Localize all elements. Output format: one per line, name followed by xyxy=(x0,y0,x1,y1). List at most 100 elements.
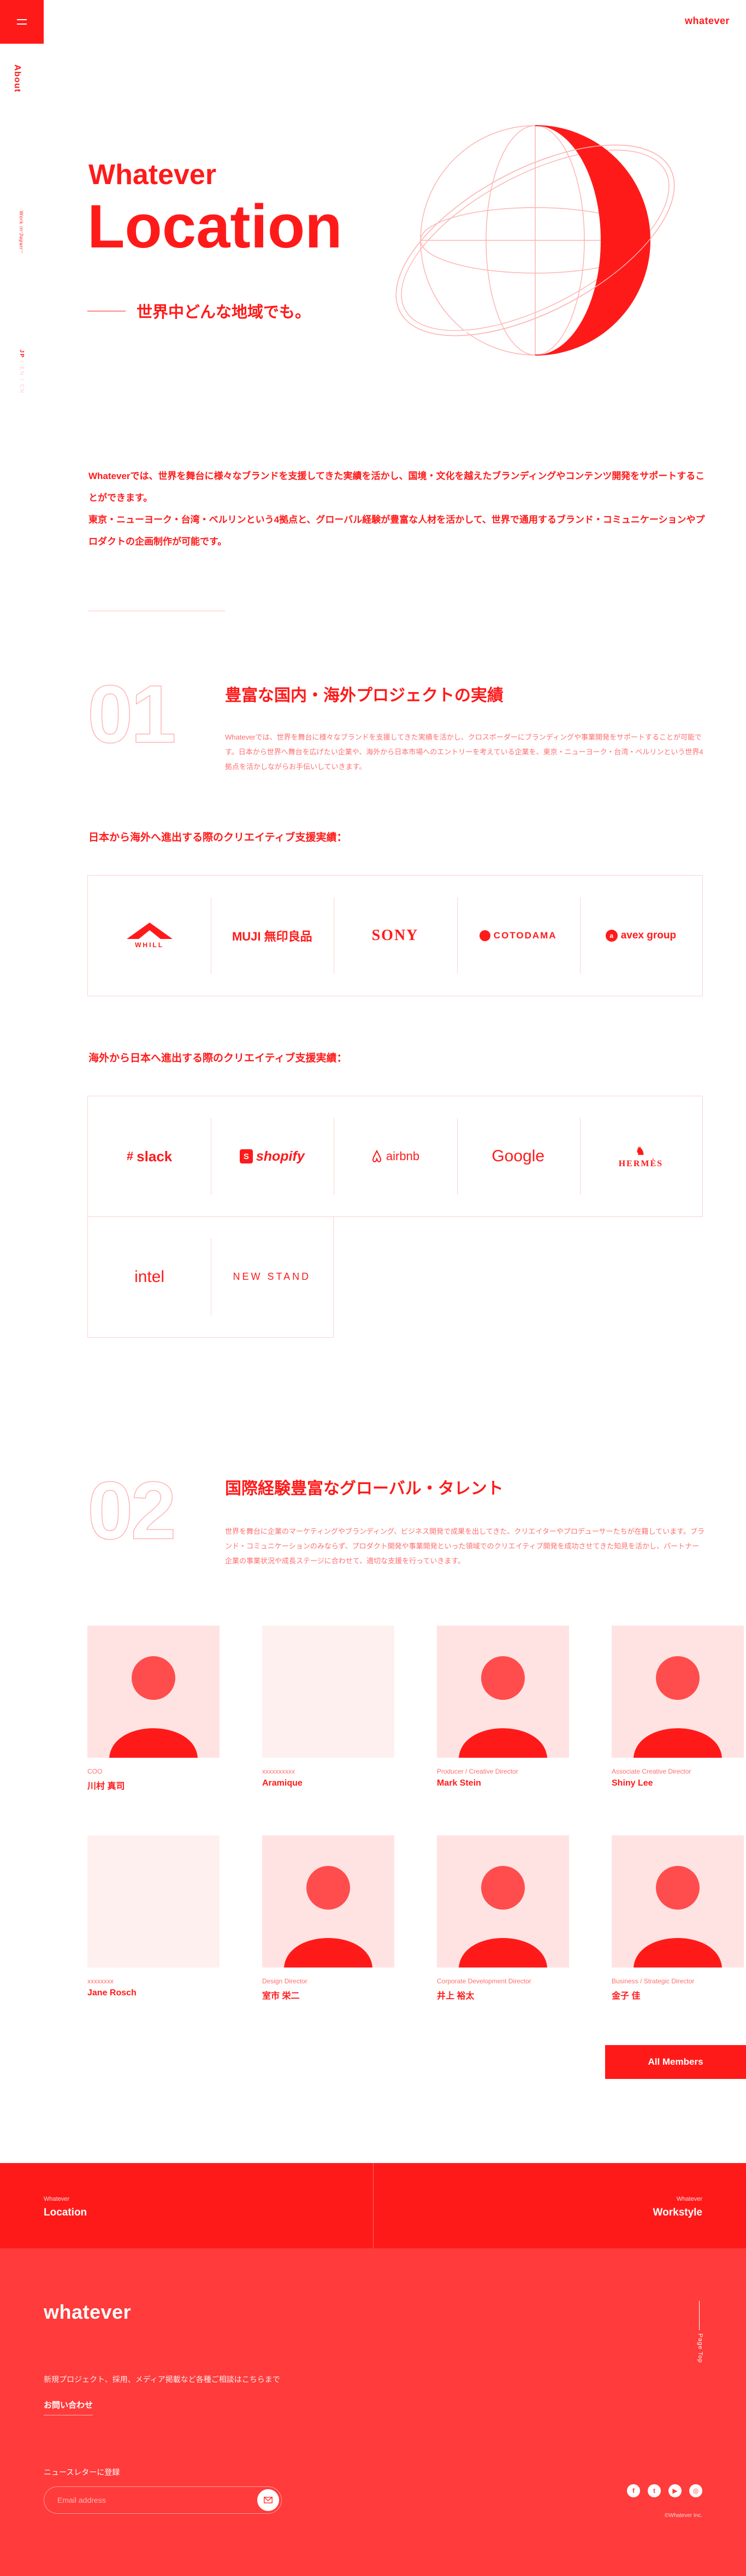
section2-title: 国際経験豊富なグローバル・タレント xyxy=(225,1480,504,1498)
hermes-carriage-icon: ♞ xyxy=(635,1145,647,1157)
header-logo[interactable]: whatever xyxy=(685,15,730,27)
member-role: xxxxxxxx xyxy=(87,1977,114,1985)
cotodama-dot-icon xyxy=(479,930,490,941)
member-role: xxxxxxxxxx xyxy=(262,1768,295,1775)
world-to-jp-heading: 海外から日本へ進出する際のクリエイティブ支援実績： xyxy=(88,1053,347,1064)
member-photo xyxy=(612,1835,744,1968)
client-logo-shopify: S shopify xyxy=(210,1096,335,1217)
client-name-google: Google xyxy=(492,1147,545,1165)
section-number-02: 02 xyxy=(87,1464,176,1556)
client-name-airbnb: airbnb xyxy=(386,1149,420,1163)
footer-nav-location-label: Location xyxy=(44,2207,87,2218)
facebook-icon[interactable]: f xyxy=(627,2484,640,2497)
hero-subtitle: 世界中どんな地域でも。 xyxy=(137,304,311,321)
page-title: Location xyxy=(87,192,342,261)
client-name-sony: SONY xyxy=(371,927,419,944)
client-logo-google: Google xyxy=(456,1096,581,1217)
client-logo-sony: SONY xyxy=(333,875,458,996)
all-members-button[interactable]: All Members xyxy=(605,2045,746,2079)
newsletter-email-input[interactable]: Email address xyxy=(44,2486,282,2514)
avex-mark-icon: a xyxy=(605,930,618,942)
member-card[interactable]: Business / Strategic Director 金子 佳 xyxy=(612,1835,744,2001)
side-about-label[interactable]: About xyxy=(12,64,22,92)
client-name-cotodama: COTODAMA xyxy=(493,930,557,941)
youtube-icon[interactable]: ▶ xyxy=(668,2484,682,2497)
lang-jp[interactable]: JP xyxy=(19,350,25,358)
member-role: Producer / Creative Director xyxy=(437,1768,518,1775)
member-card[interactable]: COO 川村 真司 xyxy=(87,1626,220,1792)
twitter-icon[interactable]: t xyxy=(648,2484,661,2497)
section1-title: 豊富な国内・海外プロジェクトの実績 xyxy=(225,687,504,705)
member-card[interactable]: Associate Creative Director Shiny Lee xyxy=(612,1626,744,1788)
whill-chevron-icon xyxy=(126,923,173,939)
intro-text: Whateverでは、世界を舞台に様々なブランドを支援してきた実績を活かし、国境… xyxy=(88,465,706,553)
menu-button[interactable] xyxy=(0,0,44,44)
client-logo-slack: # slack xyxy=(87,1096,212,1217)
social-links: f t ▶ ◎ xyxy=(627,2484,702,2497)
intro-line-1: Whateverでは、世界を舞台に様々なブランドを支援してきた実績を活かし、国境… xyxy=(88,471,705,503)
footer-nav-location-small: Whatever xyxy=(44,2196,70,2202)
member-card[interactable]: xxxxxxxxxx Aramique xyxy=(262,1626,394,1788)
member-photo xyxy=(612,1626,744,1758)
mail-icon xyxy=(264,2497,273,2503)
shopify-bag-icon: S xyxy=(239,1149,253,1163)
contact-link[interactable]: お問い合わせ xyxy=(44,2399,93,2415)
lang-cn[interactable]: CN xyxy=(19,384,25,394)
newsletter-submit-button[interactable] xyxy=(257,2489,279,2511)
instagram-icon[interactable]: ◎ xyxy=(689,2484,702,2497)
hamburger-icon-line xyxy=(17,23,27,25)
member-portrait xyxy=(87,1626,220,1758)
client-logo-newstand: NEW STAND xyxy=(210,1216,334,1338)
slack-hash-icon: # xyxy=(126,1149,134,1163)
footer-nav-workstyle[interactable]: Whatever Workstyle xyxy=(372,2163,746,2248)
member-photo xyxy=(262,1835,394,1968)
footer-nav: Whatever Location Whatever Workstyle xyxy=(0,2163,746,2248)
client-name-shopify: shopify xyxy=(256,1148,305,1164)
hamburger-icon xyxy=(17,19,27,20)
member-name: 井上 裕太 xyxy=(437,1992,475,2001)
section2-body: 世界を舞台に企業のマーケティングやブランディング、ビジネス開発で成果を出してきた… xyxy=(225,1527,704,1565)
world-to-jp-logo-grid: # slack S shopify airbnb Google ♞ HERMÈS… xyxy=(87,1096,703,1338)
page-top-link[interactable]: Page Top xyxy=(697,2301,703,2363)
airbnb-belo-icon xyxy=(372,1150,381,1162)
email-placeholder: Email address xyxy=(57,2496,106,2504)
intro-line-2: 東京・ニューヨーク・台湾・ベルリンという4拠点と、グローバル経験が豊富な人材を活… xyxy=(88,515,705,547)
member-role: Business / Strategic Director xyxy=(612,1977,695,1985)
member-card[interactable]: xxxxxxxx Jane Rosch xyxy=(87,1835,220,1998)
client-logo-avex: a avex group xyxy=(579,875,703,996)
member-card[interactable]: Corporate Development Director 井上 裕太 xyxy=(437,1835,569,2001)
footer-nav-location[interactable]: Whatever Location xyxy=(0,2163,373,2248)
client-logo-cotodama: COTODAMA xyxy=(456,875,581,996)
footer-logo[interactable]: whatever xyxy=(44,2301,131,2324)
client-name-avex: avex group xyxy=(620,930,677,941)
member-photo xyxy=(437,1626,569,1758)
client-logo-whill: WHILL xyxy=(87,875,212,996)
member-name: Mark Stein xyxy=(437,1779,481,1788)
member-portrait xyxy=(612,1835,744,1968)
member-name: Aramique xyxy=(262,1779,303,1788)
member-portrait xyxy=(262,1835,394,1968)
member-name: 金子 佳 xyxy=(612,1992,641,2001)
member-card[interactable]: Producer / Creative Director Mark Stein xyxy=(437,1626,569,1788)
member-name: Jane Rosch xyxy=(87,1988,137,1998)
client-name-intel: intel xyxy=(134,1267,165,1286)
member-photo xyxy=(87,1626,220,1758)
client-name-muji: MUJI 無印良品 xyxy=(232,930,312,943)
member-photo xyxy=(262,1626,394,1758)
lang-en[interactable]: EN xyxy=(19,367,25,376)
side-section-label: Work in Japan xyxy=(19,211,24,250)
footer-contact-text: 新規プロジェクト、採用、メディア掲載など各種ご相談はこちらまで xyxy=(44,2375,280,2384)
hero-eyebrow: Whatever xyxy=(88,159,217,191)
language-switcher: JP / EN / CN xyxy=(19,350,25,394)
member-portrait xyxy=(437,1835,569,1968)
member-role: Associate Creative Director xyxy=(612,1768,691,1775)
client-name-whill: WHILL xyxy=(135,941,164,949)
member-name: 川村 真司 xyxy=(87,1782,125,1791)
member-portrait xyxy=(437,1626,569,1758)
member-card[interactable]: Design Director 室市 栄二 xyxy=(262,1835,394,2001)
client-logo-intel: intel xyxy=(87,1216,212,1338)
footer: whatever 新規プロジェクト、採用、メディア掲載など各種ご相談はこちらまで… xyxy=(0,2248,746,2576)
client-logo-muji: MUJI 無印良品 xyxy=(210,875,335,996)
hero-subtitle-row: 世界中どんな地域でも。 xyxy=(87,299,311,322)
client-logo-airbnb: airbnb xyxy=(333,1096,458,1217)
